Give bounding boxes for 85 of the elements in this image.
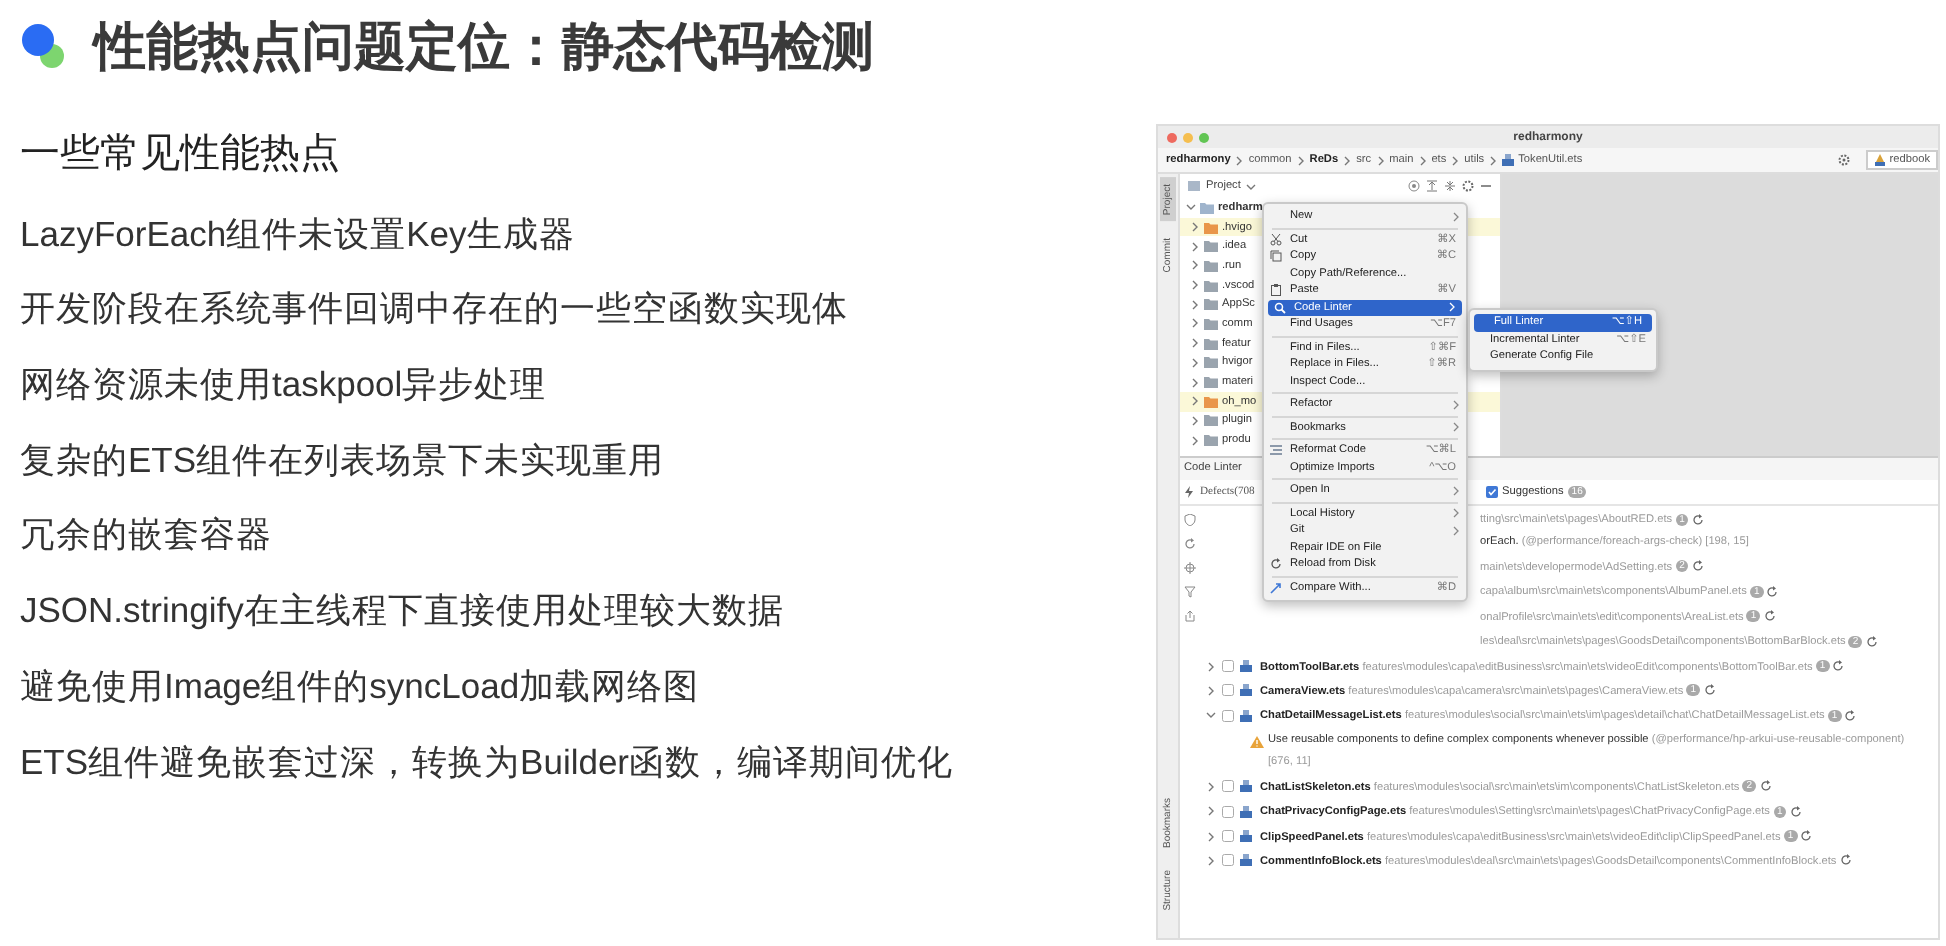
chevron-right-icon[interactable] [1190, 415, 1200, 426]
bullet-dots-icon [20, 22, 68, 70]
checkbox[interactable] [1222, 805, 1234, 818]
chevron-right-icon[interactable] [1206, 806, 1216, 817]
refresh-icon[interactable] [1844, 709, 1857, 722]
chevron-right-icon[interactable] [1190, 222, 1200, 233]
chevron-right-icon[interactable] [1190, 338, 1200, 349]
chevron-right-icon[interactable] [1190, 318, 1200, 329]
chevron-right-icon[interactable] [1190, 377, 1200, 388]
checkbox[interactable] [1222, 660, 1234, 673]
checkbox[interactable] [1222, 684, 1234, 697]
chevron-right-icon[interactable] [1206, 831, 1216, 842]
chevron-right-icon[interactable] [1295, 155, 1306, 165]
checkbox[interactable] [1222, 854, 1234, 867]
bullet-text: 复杂的ETS组件在列表场景下未实现重用 [20, 439, 667, 480]
file-icon [1240, 854, 1252, 867]
chevron-right-icon[interactable] [1190, 435, 1200, 446]
file-icon [1240, 830, 1252, 843]
chevron-right-icon[interactable] [1450, 155, 1461, 165]
file-icon [1240, 660, 1252, 673]
file-icon [1240, 684, 1252, 697]
export-icon[interactable] [1184, 610, 1196, 622]
chevron-right-icon[interactable] [1488, 155, 1499, 165]
refresh-icon[interactable] [1703, 684, 1716, 697]
chevron-right-icon[interactable] [1206, 855, 1216, 866]
refresh-icon[interactable] [1865, 635, 1878, 648]
window-controls-icon[interactable] [1166, 131, 1210, 143]
chevron-right-icon[interactable] [1417, 155, 1428, 165]
bullet-text: 冗余的嵌套容器 [20, 514, 274, 555]
chevron-right-icon[interactable] [1190, 357, 1200, 368]
expand-all-icon[interactable] [1426, 180, 1438, 192]
refresh-icon[interactable] [1839, 854, 1852, 867]
refresh-icon[interactable] [1832, 660, 1845, 673]
chevron-down-icon[interactable] [1246, 181, 1257, 191]
chevron-down-icon[interactable] [1186, 202, 1196, 213]
checkbox[interactable] [1222, 780, 1234, 793]
chevron-right-icon[interactable] [1206, 661, 1216, 672]
panel-icon [1188, 180, 1200, 192]
warning-icon [1250, 735, 1264, 747]
section-heading: 一些常见性能热点 [20, 130, 342, 178]
chevron-right-icon[interactable] [1190, 299, 1200, 310]
gear-icon[interactable] [1837, 154, 1850, 166]
settings-icon[interactable] [1462, 180, 1474, 192]
checkbox[interactable] [1222, 830, 1234, 843]
checkbox[interactable] [1222, 709, 1234, 722]
clipboard-icon [1270, 284, 1282, 297]
chevron-right-icon[interactable] [1342, 155, 1353, 165]
lines-icon [1270, 444, 1282, 457]
slide-title: 性能热点问题定位：静态代码检测 [94, 18, 874, 74]
magnifier-icon [1274, 301, 1286, 314]
filter-icon[interactable] [1184, 586, 1196, 598]
chevron-right-icon[interactable] [1190, 241, 1200, 252]
shield-icon[interactable] [1184, 514, 1196, 526]
copy-icon [1270, 250, 1282, 263]
refresh-icon[interactable] [1759, 780, 1772, 793]
chevron-down-icon[interactable] [1206, 710, 1216, 721]
collapse-all-icon[interactable] [1444, 180, 1456, 192]
refresh-icon[interactable] [1692, 560, 1704, 573]
target-icon[interactable] [1184, 562, 1196, 574]
file-icon [1240, 780, 1252, 793]
chevron-right-icon[interactable] [1375, 155, 1386, 165]
file-icon [1502, 154, 1515, 166]
module-icon [1873, 154, 1886, 166]
file-icon [1240, 805, 1252, 818]
chevron-right-icon[interactable] [1206, 781, 1216, 792]
lightning-icon[interactable] [1184, 486, 1194, 498]
scissors-icon [1270, 233, 1282, 246]
chevron-right-icon[interactable] [1234, 155, 1245, 165]
refresh-icon [1270, 558, 1282, 571]
chevron-right-icon[interactable] [1190, 396, 1200, 407]
file-icon [1240, 709, 1252, 722]
bullet-text: 避免使用Image组件的syncLoad加载网络图 [20, 665, 702, 706]
bullet-text: 网络资源未使用taskpool异步处理 [20, 364, 549, 405]
chevron-right-icon[interactable] [1190, 260, 1200, 271]
minimize-icon[interactable] [1480, 180, 1492, 192]
target-icon[interactable] [1408, 180, 1420, 192]
bullet-text: 开发阶段在系统事件回调中存在的一些空函数实现体 [20, 288, 850, 329]
refresh-icon[interactable] [1691, 513, 1704, 526]
refresh-icon[interactable] [1184, 538, 1196, 550]
bullet-text: JSON.stringify在主线程下直接使用处理较大数据 [20, 590, 786, 631]
chevron-right-icon[interactable] [1190, 280, 1200, 291]
bullet-text: LazyForEach组件未设置Key生成器 [20, 213, 577, 254]
compare-arrow-icon [1270, 581, 1282, 594]
chevron-right-icon[interactable] [1206, 685, 1216, 696]
bullet-text: ETS组件避免嵌套过深，转换为Builder函数，编译期间优化 [20, 741, 956, 781]
